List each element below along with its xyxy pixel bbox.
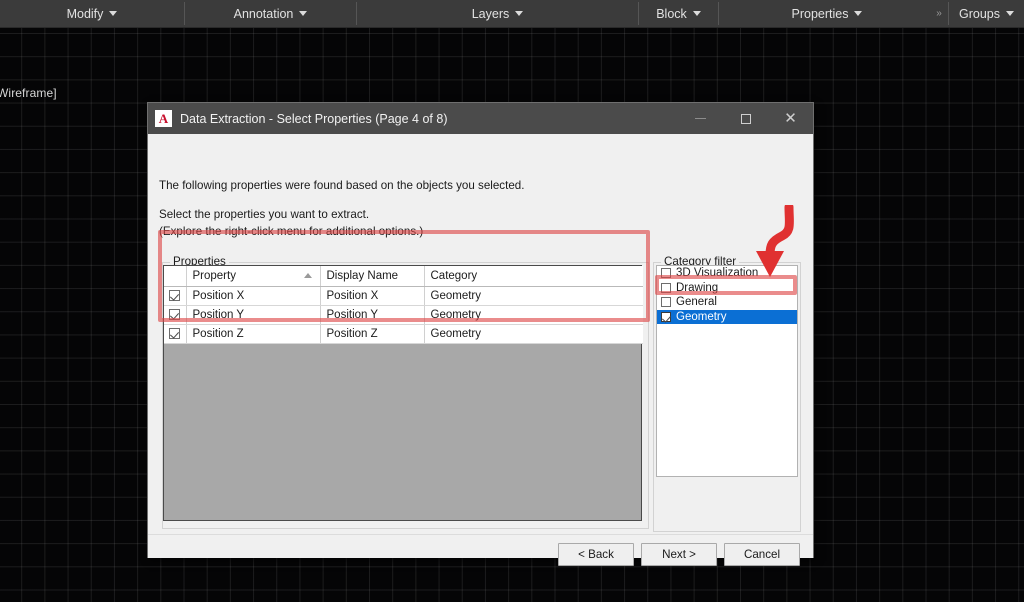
table-header-row: Property Display Name Category [164,266,643,287]
column-header-property[interactable]: Property [186,266,321,287]
maximize-icon [740,113,751,124]
screen: Wireframe] ✕ Modify Annotation Layers Bl… [0,0,1024,602]
ribbon-toolbar: Modify Annotation Layers Block Propertie… [0,0,1024,28]
next-button[interactable]: Next > [641,543,717,566]
chevron-down-icon [854,11,863,16]
chevron-down-icon [1006,11,1014,16]
sort-ascending-icon [303,273,312,278]
viewport-label: Wireframe] [0,86,57,100]
chevron-down-icon [299,11,308,16]
toolbar-panel-groups-label: Groups [959,6,1000,21]
instruction-line-1: The following properties were found base… [159,179,525,192]
list-item[interactable]: Drawing [657,281,797,296]
list-item-label: 3D Visualization [676,267,759,280]
chevron-down-icon [692,11,701,16]
minimize-button[interactable] [678,103,723,134]
list-item[interactable]: 3D Visualization [657,266,797,281]
checkbox-icon[interactable] [661,282,671,293]
toolbar-panel-annotation[interactable]: Annotation [185,0,356,27]
toolbar-panel-layers[interactable]: Layers [357,0,638,27]
toolbar-overflow-icon[interactable]: » [930,0,948,27]
properties-table: Property Display Name Category Position … [164,266,643,344]
properties-panel[interactable]: Property Display Name Category Position … [163,265,643,521]
toolbar-panel-properties[interactable]: Properties [719,0,935,27]
checkbox-icon[interactable] [169,308,181,320]
toolbar-panel-modify-label: Modify [66,6,104,21]
toolbar-panel-layers-label: Layers [471,6,510,21]
column-header-property-label: Property [192,269,236,282]
maximize-button[interactable] [723,103,768,134]
data-extraction-dialog: A Data Extraction - Select Properties (P… [147,102,814,566]
cell-property: Position X [186,286,321,306]
toolbar-panel-modify[interactable]: Modify [0,0,184,27]
column-header-display-name[interactable]: Display Name [320,266,425,287]
checkbox-icon[interactable] [169,289,181,301]
toolbar-panel-block-label: Block [656,6,687,21]
dialog-title: Data Extraction - Select Properties (Pag… [180,111,448,126]
list-item-label: General [676,296,717,309]
cell-category: Geometry [424,305,643,325]
table-row[interactable]: Position X Position X Geometry [164,286,643,306]
toolbar-panel-properties-label: Properties [791,6,849,21]
back-button[interactable]: < Back [558,543,634,566]
minimize-icon [695,118,706,119]
column-header-category[interactable]: Category [424,266,643,287]
list-item[interactable]: General [657,295,797,310]
footer-divider [148,534,813,535]
toolbar-panel-groups[interactable]: Groups [949,0,1024,27]
close-icon: ✕ [784,110,797,127]
cell-display-name: Position Y [320,305,425,325]
instruction-line-2: Select the properties you want to extrac… [159,208,370,221]
cell-display-name: Position X [320,286,425,306]
table-row[interactable]: Position Z Position Z Geometry [164,324,643,344]
instruction-line-3: (Explore the right-click menu for additi… [159,225,424,238]
chevron-down-icon [109,11,118,16]
row-checkbox-cell[interactable] [164,305,187,325]
row-checkbox-cell[interactable] [164,324,187,344]
autocad-app-icon: A [155,110,172,127]
list-item-label: Geometry [676,310,727,323]
checkbox-icon[interactable] [661,268,671,279]
toolbar-panel-annotation-label: Annotation [233,6,294,21]
list-item-geometry[interactable]: Geometry [657,309,797,324]
window-controls: ✕ [678,103,813,134]
checkbox-icon[interactable] [169,327,181,339]
category-filter-list[interactable]: 3D Visualization Drawing General Geometr… [656,265,798,477]
dialog-titlebar[interactable]: A Data Extraction - Select Properties (P… [148,103,813,134]
cell-display-name: Position Z [320,324,425,344]
cell-property: Position Y [186,305,321,325]
cell-property: Position Z [186,324,321,344]
chevron-down-icon [515,11,524,16]
toolbar-panel-block[interactable]: Block [639,0,718,27]
column-header-checkbox[interactable] [164,266,187,287]
cancel-button[interactable]: Cancel [724,543,800,566]
cell-category: Geometry [424,286,643,306]
table-row[interactable]: Position Y Position Y Geometry [164,305,643,325]
row-checkbox-cell[interactable] [164,286,187,306]
dialog-body: The following properties were found base… [148,134,813,566]
cell-category: Geometry [424,324,643,344]
list-item-label: Drawing [676,281,719,294]
checkbox-icon[interactable] [661,297,671,308]
checkbox-icon[interactable] [661,311,671,322]
close-button[interactable]: ✕ [768,103,813,134]
